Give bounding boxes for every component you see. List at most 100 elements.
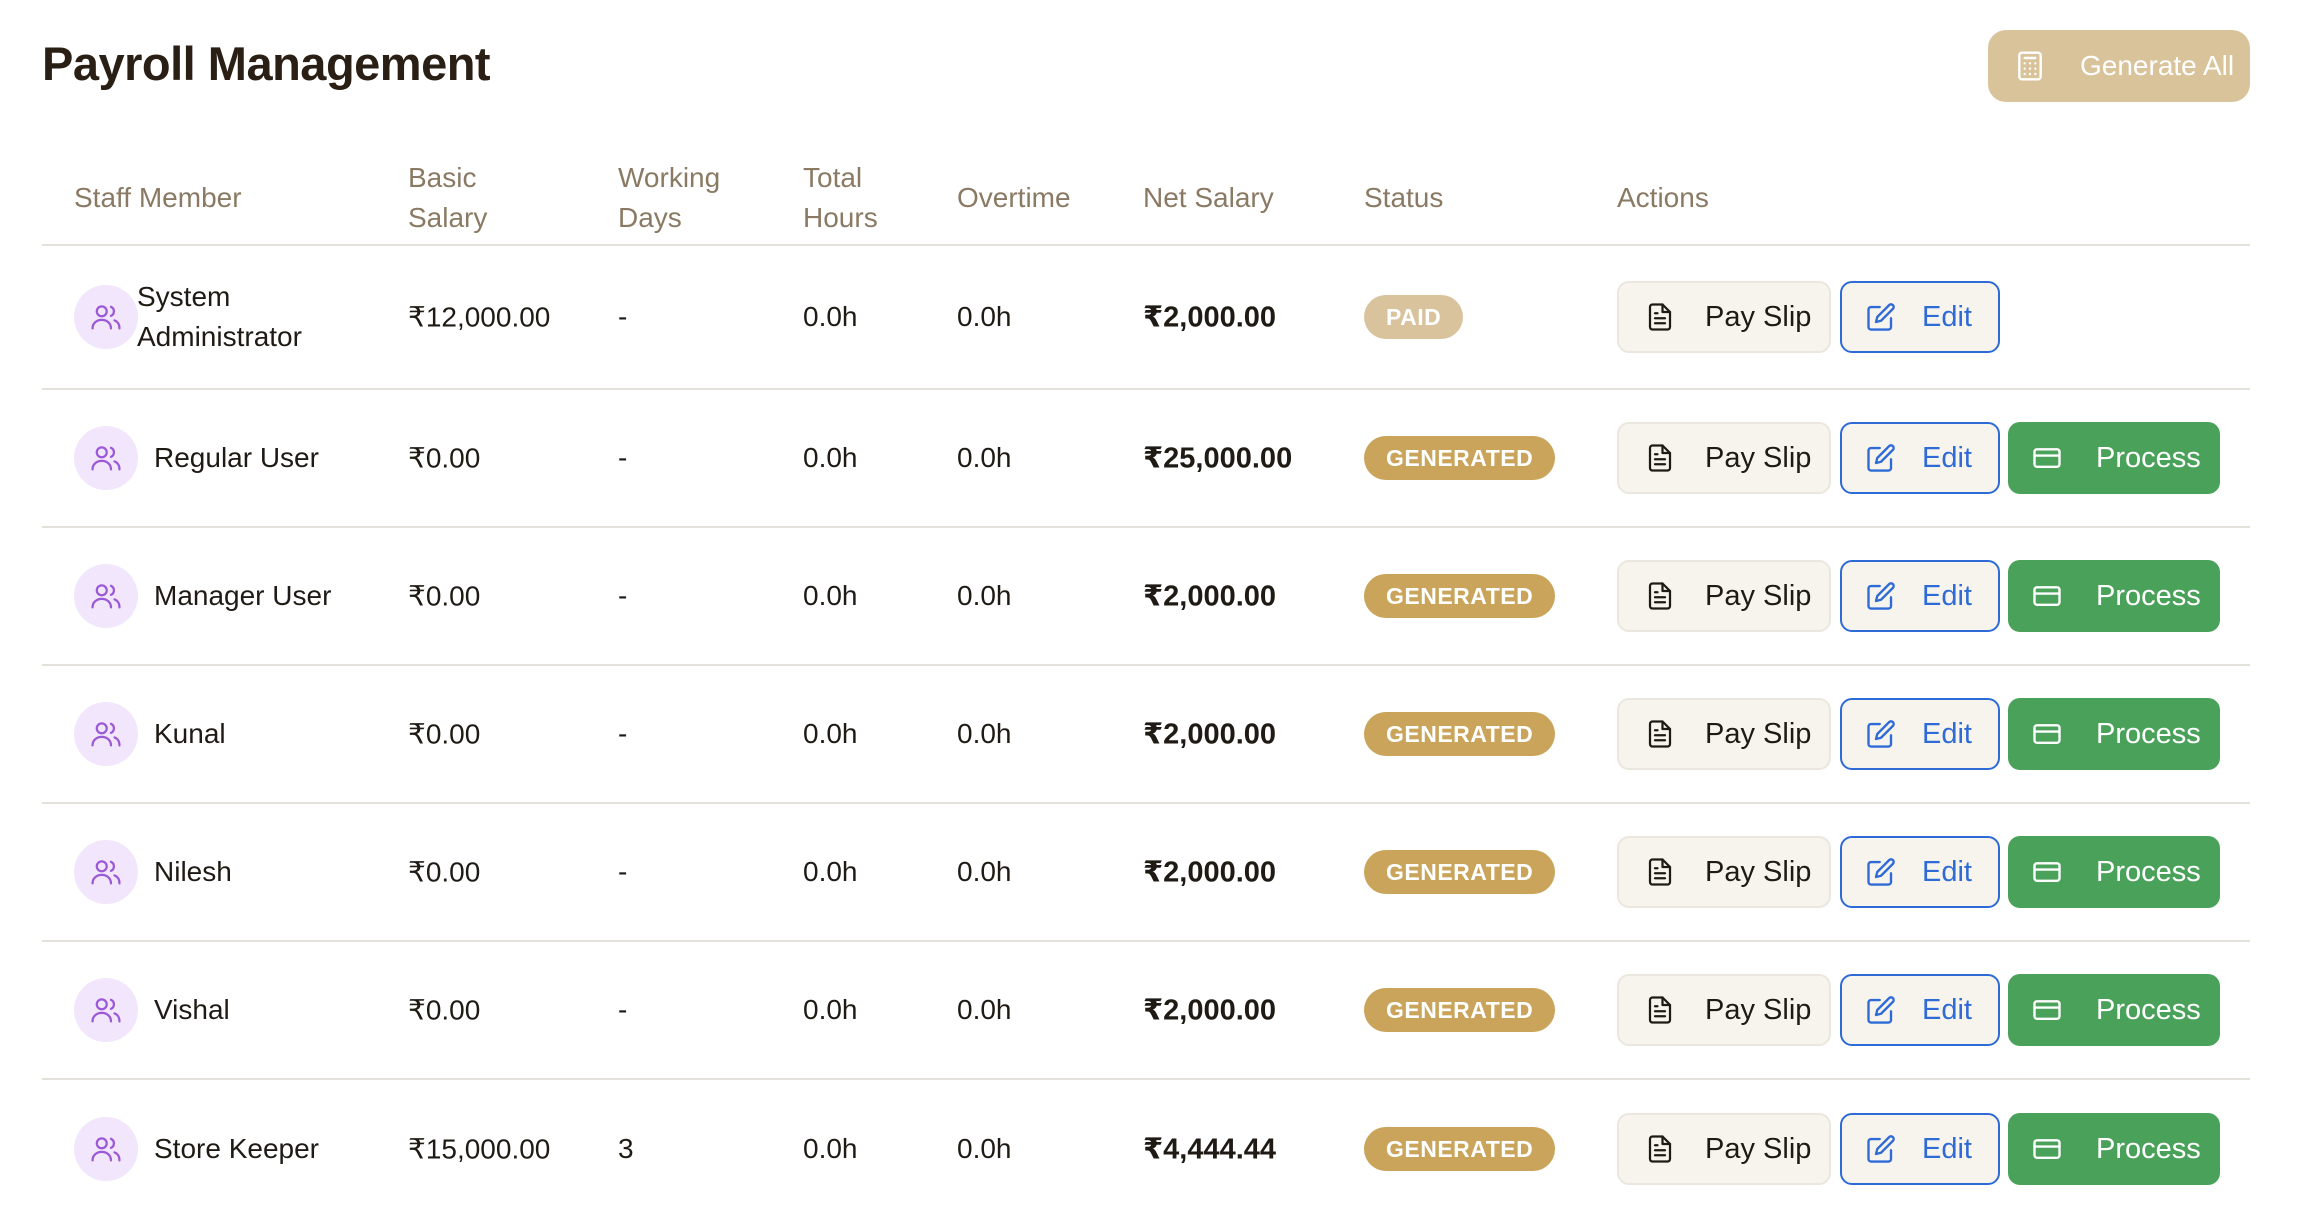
column-header-staff: Staff Member bbox=[74, 182, 242, 213]
column-header-net-salary: Net Salary bbox=[1143, 182, 1274, 213]
overtime: 0.0h bbox=[957, 442, 1012, 473]
table-header: Staff Member Basic Salary Working Days T… bbox=[42, 140, 2250, 246]
process-button[interactable]: Process bbox=[2008, 422, 2220, 494]
column-header-status: Status bbox=[1364, 182, 1444, 213]
process-label: Process bbox=[2096, 717, 2201, 750]
pay-slip-button[interactable]: Pay Slip bbox=[1617, 422, 1831, 494]
process-button[interactable]: Process bbox=[2008, 836, 2220, 908]
edit-button[interactable]: Edit bbox=[1840, 1113, 2000, 1185]
column-header-basic-salary: Basic Salary bbox=[408, 158, 487, 238]
edit-label: Edit bbox=[1922, 300, 1972, 333]
net-salary: ₹4,444.44 bbox=[1143, 1133, 1277, 1166]
pay-slip-button[interactable]: Pay Slip bbox=[1617, 698, 1831, 770]
process-button[interactable]: Process bbox=[2008, 560, 2220, 632]
pay-slip-button[interactable]: Pay Slip bbox=[1617, 836, 1831, 908]
edit-button[interactable]: Edit bbox=[1840, 422, 2000, 494]
status-badge: PAID bbox=[1364, 295, 1464, 339]
status-badge: GENERATED bbox=[1364, 436, 1556, 480]
edit-icon bbox=[1866, 995, 1896, 1025]
pay-slip-button[interactable]: Pay Slip bbox=[1617, 1113, 1831, 1185]
pay-slip-button[interactable]: Pay Slip bbox=[1617, 560, 1831, 632]
process-button[interactable]: Process bbox=[2008, 698, 2220, 770]
net-salary: ₹2,000.00 bbox=[1143, 301, 1277, 334]
generate-all-label: Generate All bbox=[2080, 50, 2235, 81]
process-label: Process bbox=[2096, 993, 2201, 1026]
column-header-total-hours: Total Hours bbox=[803, 158, 878, 238]
basic-salary: ₹0.00 bbox=[408, 442, 481, 474]
process-label: Process bbox=[2096, 1132, 2201, 1165]
working-days: - bbox=[618, 301, 628, 332]
payroll-table: Staff Member Basic Salary Working Days T… bbox=[42, 140, 2250, 1218]
total-hours: 0.0h bbox=[803, 994, 858, 1025]
edit-icon bbox=[1866, 719, 1896, 749]
edit-button[interactable]: Edit bbox=[1840, 560, 2000, 632]
avatar bbox=[74, 1117, 138, 1181]
credit-card-icon bbox=[2032, 719, 2062, 749]
pay-slip-button[interactable]: Pay Slip bbox=[1617, 281, 1831, 353]
staff-name: Manager User bbox=[154, 580, 332, 611]
edit-label: Edit bbox=[1922, 441, 1972, 474]
staff-name: System Administrator bbox=[137, 281, 302, 352]
table-body: System Administrator ₹12,000.00 - 0.0h 0… bbox=[42, 246, 2250, 1218]
pay-slip-label: Pay Slip bbox=[1705, 855, 1812, 888]
basic-salary: ₹15,000.00 bbox=[408, 1133, 551, 1165]
edit-button[interactable]: Edit bbox=[1840, 698, 2000, 770]
credit-card-icon bbox=[2032, 995, 2062, 1025]
total-hours: 0.0h bbox=[803, 856, 858, 887]
edit-icon bbox=[1866, 1134, 1896, 1164]
status-badge: GENERATED bbox=[1364, 574, 1556, 618]
total-hours: 0.0h bbox=[803, 580, 858, 611]
credit-card-icon bbox=[2032, 443, 2062, 473]
staff-name: Store Keeper bbox=[154, 1133, 319, 1164]
generate-all-button[interactable]: Generate All bbox=[1988, 30, 2250, 102]
table-row: Store Keeper ₹15,000.00 3 0.0h 0.0h ₹4,4… bbox=[42, 1080, 2250, 1218]
working-days: - bbox=[618, 994, 628, 1025]
basic-salary: ₹0.00 bbox=[408, 994, 481, 1026]
column-header-working-days-line2: Days bbox=[618, 202, 682, 233]
working-days: - bbox=[618, 580, 628, 611]
document-icon bbox=[1645, 995, 1675, 1025]
staff-name: Regular User bbox=[154, 442, 319, 473]
credit-card-icon bbox=[2032, 581, 2062, 611]
process-button[interactable]: Process bbox=[2008, 974, 2220, 1046]
working-days: - bbox=[618, 442, 628, 473]
basic-salary: ₹0.00 bbox=[408, 856, 481, 888]
overtime: 0.0h bbox=[957, 1133, 1012, 1164]
overtime: 0.0h bbox=[957, 718, 1012, 749]
column-header-basic-salary-line1: Basic bbox=[408, 162, 477, 193]
overtime: 0.0h bbox=[957, 856, 1012, 887]
edit-label: Edit bbox=[1922, 993, 1972, 1026]
total-hours: 0.0h bbox=[803, 718, 858, 749]
status-badge: GENERATED bbox=[1364, 1127, 1556, 1171]
column-header-total-hours-line2: Hours bbox=[803, 202, 878, 233]
column-header-working-days: Working Days bbox=[618, 158, 720, 238]
net-salary: ₹2,000.00 bbox=[1143, 718, 1277, 751]
table-row: Manager User ₹0.00 - 0.0h 0.0h ₹2,000.00… bbox=[42, 528, 2250, 666]
edit-label: Edit bbox=[1922, 855, 1972, 888]
basic-salary: ₹0.00 bbox=[408, 718, 481, 750]
avatar bbox=[74, 426, 138, 490]
edit-button[interactable]: Edit bbox=[1840, 281, 2000, 353]
column-header-working-days-line1: Working bbox=[618, 162, 721, 193]
working-days: - bbox=[618, 718, 628, 749]
basic-salary: ₹0.00 bbox=[408, 580, 481, 612]
total-hours: 0.0h bbox=[803, 301, 858, 332]
users-icon bbox=[89, 855, 123, 889]
net-salary: ₹2,000.00 bbox=[1143, 856, 1277, 889]
process-button[interactable]: Process bbox=[2008, 1113, 2220, 1185]
edit-button[interactable]: Edit bbox=[1840, 836, 2000, 908]
staff-name: Vishal bbox=[154, 994, 230, 1025]
process-label: Process bbox=[2096, 441, 2201, 474]
overtime: 0.0h bbox=[957, 301, 1012, 332]
page-title: Payroll Management bbox=[42, 37, 491, 90]
edit-label: Edit bbox=[1922, 717, 1972, 750]
avatar bbox=[74, 978, 138, 1042]
document-icon bbox=[1645, 581, 1675, 611]
edit-button[interactable]: Edit bbox=[1840, 974, 2000, 1046]
total-hours: 0.0h bbox=[803, 442, 858, 473]
document-icon bbox=[1645, 857, 1675, 887]
status-badge: GENERATED bbox=[1364, 712, 1556, 756]
avatar bbox=[74, 840, 138, 904]
pay-slip-button[interactable]: Pay Slip bbox=[1617, 974, 1831, 1046]
credit-card-icon bbox=[2032, 1134, 2062, 1164]
